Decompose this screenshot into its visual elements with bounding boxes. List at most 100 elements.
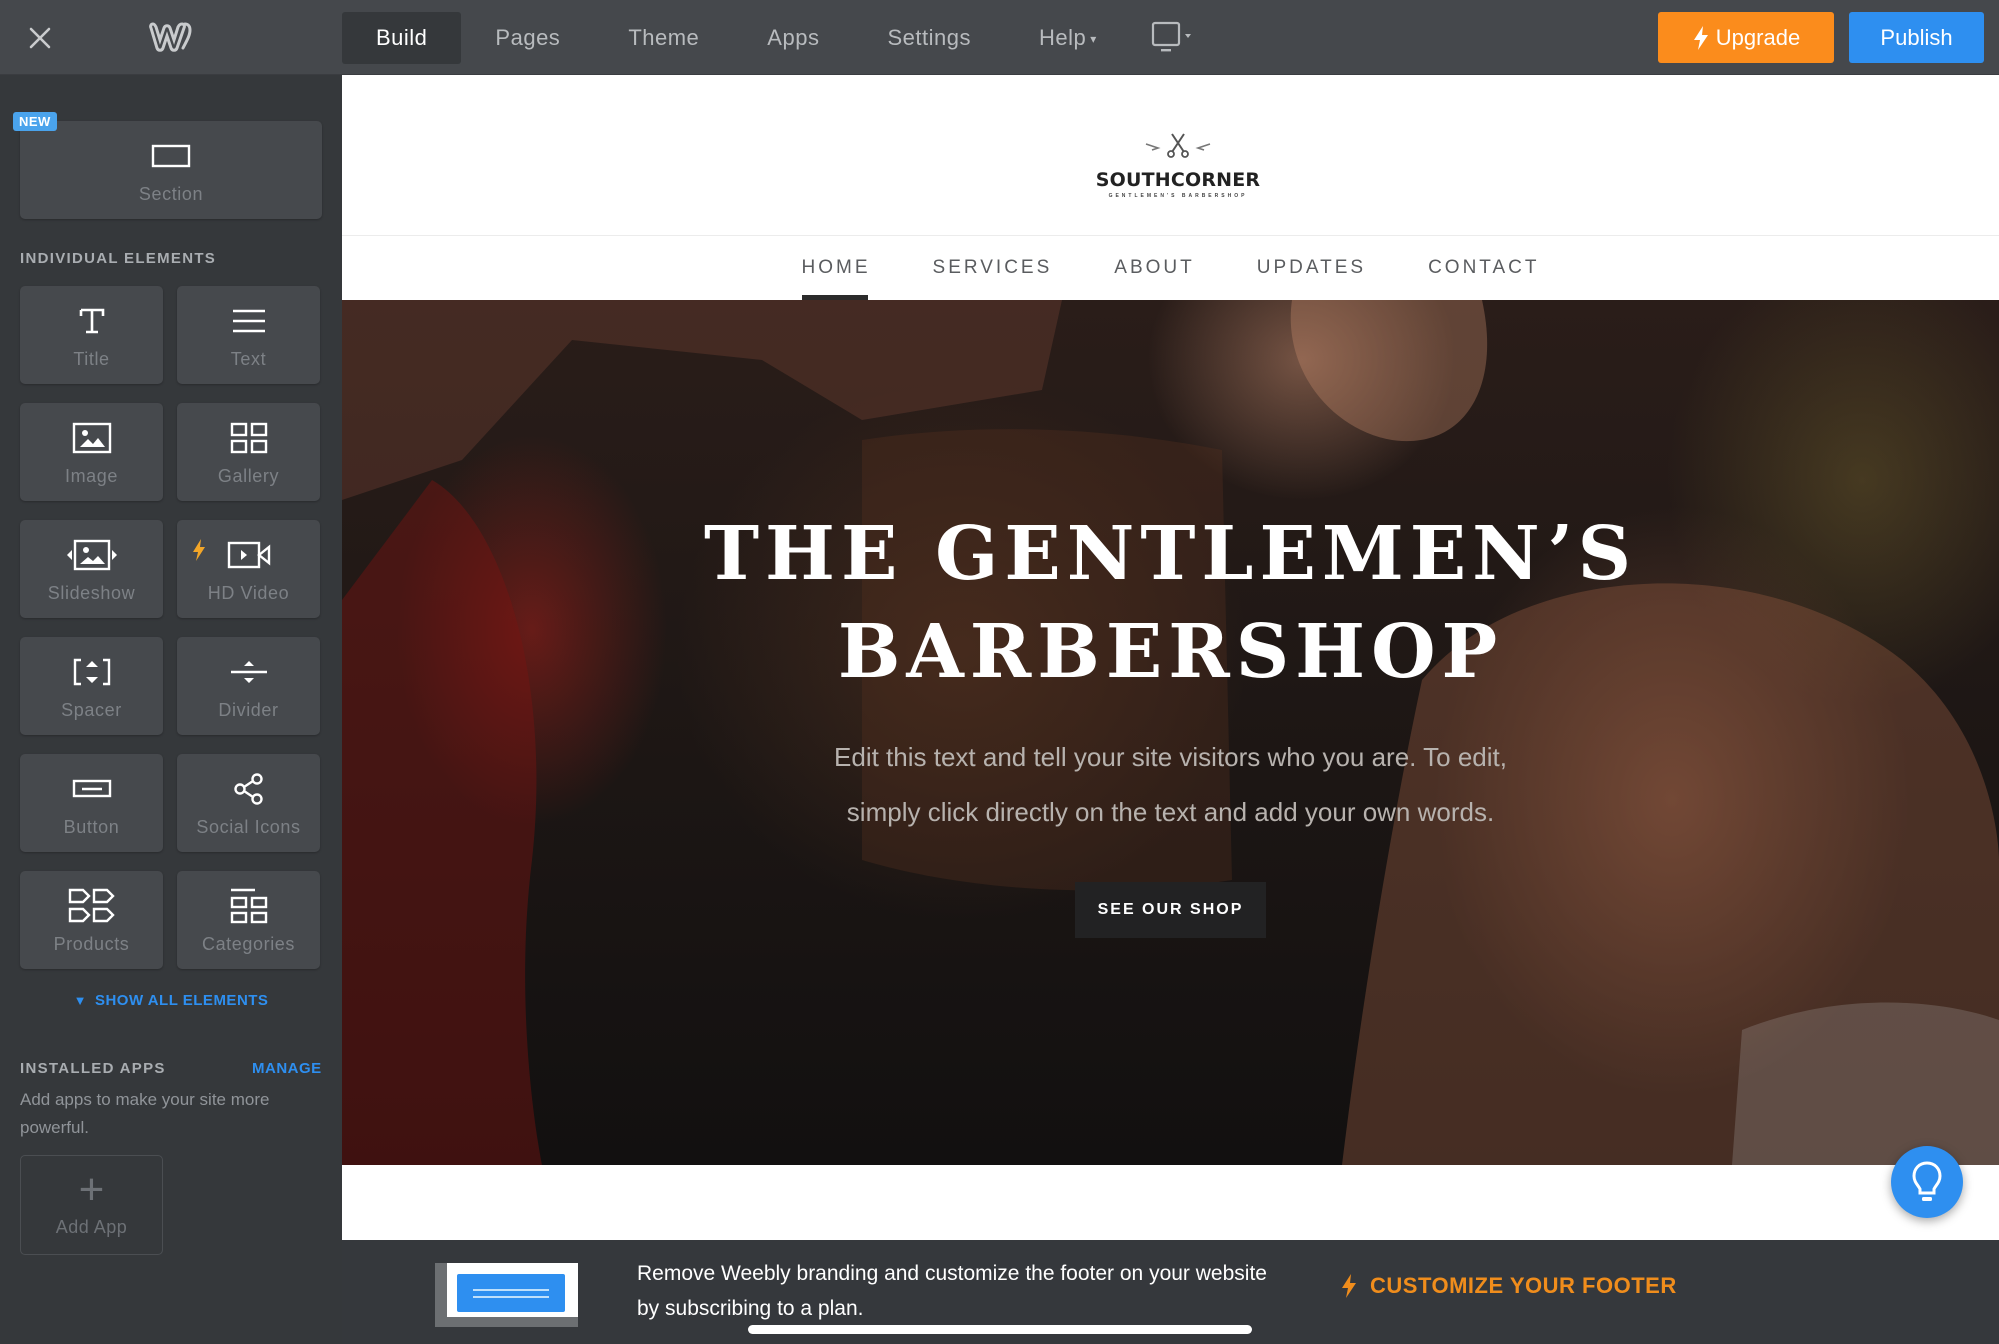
close-icon [29,27,51,49]
upgrade-button[interactable]: Upgrade [1658,12,1834,63]
element-hd-video-label: HD Video [207,583,290,603]
categories-icon [177,885,320,927]
element-hd-video[interactable]: HD Video [177,520,320,618]
weebly-editor: Build Pages Theme Apps Settings Help ▾ Up… [0,0,1999,1344]
section-icon [20,135,322,177]
tab-theme[interactable]: Theme [594,12,733,64]
see-our-shop-button[interactable]: SEE OUR SHOP [1075,882,1266,938]
customize-footer-link[interactable]: CUSTOMIZE YOUR FOOTER [1340,1273,1677,1299]
gallery-icon [177,417,320,459]
tab-build-label: Build [376,25,428,50]
footer-upsell-text: Remove Weebly branding and customize the… [637,1262,1267,1320]
element-slideshow-label: Slideshow [47,583,136,603]
tab-theme-label: Theme [628,25,700,50]
weebly-logo-icon[interactable] [148,18,194,56]
caret-down-icon: ▾ [1090,32,1097,47]
hero-title-line2: BARBERSHOP [837,609,1504,695]
element-divider-label: Divider [218,700,279,720]
site-nav-home[interactable]: HOME [771,236,902,300]
editor-tabs: Build Pages Theme Apps Settings Help ▾ [342,12,1213,64]
add-app-button[interactable]: + Add App [20,1155,163,1255]
hero-title-line1: THE GENTLEMENʼS [703,511,1638,597]
element-image[interactable]: Image [20,403,163,501]
lightning-icon [1693,25,1708,50]
footer-upsell-banner: Remove Weebly branding and customize the… [342,1240,1999,1344]
site-logo[interactable]: SOUTHCORNER GENTLEMEN'S BARBERSHOP [1090,130,1266,200]
publish-label: Publish [1880,24,1953,50]
image-icon [20,417,163,459]
tab-apps[interactable]: Apps [733,12,853,64]
site-header: SOUTHCORNER GENTLEMEN'S BARBERSHOP [342,75,1999,236]
element-text[interactable]: Text [177,286,320,384]
thumbnail-line [473,1289,549,1291]
element-products[interactable]: Products [20,871,163,969]
element-social-icons[interactable]: Social Icons [177,754,320,852]
add-app-label: Add App [55,1217,128,1237]
site-nav-updates[interactable]: UPDATES [1226,236,1397,300]
site-nav-services[interactable]: SERVICES [902,236,1084,300]
tab-pages[interactable]: Pages [461,12,594,64]
element-spacer-label: Spacer [61,700,122,720]
installed-apps-description: Add apps to make your site more powerful… [20,1090,270,1137]
tab-settings-label: Settings [887,25,971,50]
text-icon [177,300,320,342]
help-tips-button[interactable] [1891,1146,1963,1218]
spacer-icon [20,651,163,693]
individual-elements-heading: INDIVIDUAL ELEMENTS [20,250,217,267]
device-preview-toggle[interactable] [1131,12,1213,64]
tab-settings[interactable]: Settings [853,12,1005,64]
site-tagline: GENTLEMEN'S BARBERSHOP [1108,193,1248,199]
element-button[interactable]: Button [20,754,163,852]
products-icon [20,885,163,927]
tablet-device-icon [1151,21,1191,52]
site-navigation: HOME SERVICES ABOUT UPDATES CONTACT [342,236,1999,300]
tab-help-label: Help [1038,25,1087,50]
site-brand-name: SOUTHCORNER [1095,169,1261,191]
upgrade-label: Upgrade [1715,24,1801,50]
publish-button[interactable]: Publish [1849,12,1984,63]
element-products-label: Products [53,934,130,954]
show-all-label: SHOW ALL ELEMENTS [94,992,269,1009]
element-text-label: Text [230,349,267,369]
hero-title[interactable]: THE GENTLEMENʼS BARBERSHOP [342,505,1999,701]
tab-help[interactable]: Help ▾ [1005,12,1131,64]
element-categories[interactable]: Categories [177,871,320,969]
element-spacer[interactable]: Spacer [20,637,163,735]
hero-description[interactable]: Edit this text and tell your site visito… [342,730,1999,840]
tab-build[interactable]: Build [342,12,462,64]
horizontal-scrollbar[interactable] [748,1325,1252,1334]
manage-apps-link[interactable]: MANAGE [252,1060,322,1077]
share-icon [177,768,320,810]
show-all-elements-link[interactable]: ▼ SHOW ALL ELEMENTS [0,992,342,1009]
element-section-label: Section [138,184,204,204]
element-image-label: Image [64,466,119,486]
close-button[interactable] [22,20,58,56]
triangle-down-icon: ▼ [73,993,87,1008]
footer-preview-thumbnail [435,1263,578,1327]
tab-apps-label: Apps [767,25,820,50]
lightning-icon [1342,1274,1356,1298]
hero-banner[interactable]: THE GENTLEMENʼS BARBERSHOP Edit this tex… [342,300,1999,1165]
scissors-razor-icon [1145,133,1211,158]
site-nav-contact[interactable]: CONTACT [1397,236,1570,300]
new-badge: NEW [13,112,57,131]
installed-apps-heading: INSTALLED APPS [20,1060,166,1077]
thumbnail-line [473,1296,549,1298]
site-nav-about[interactable]: ABOUT [1083,236,1225,300]
hero-text-line1: Edit this text and tell your site visito… [834,742,1507,772]
tab-pages-label: Pages [495,25,561,50]
thumbnail-footer-block [457,1274,565,1312]
element-button-label: Button [63,817,120,837]
slideshow-icon [20,534,163,576]
element-slideshow[interactable]: Slideshow [20,520,163,618]
element-divider[interactable]: Divider [177,637,320,735]
divider-icon [177,651,320,693]
element-title[interactable]: Title [20,286,163,384]
element-section[interactable]: Section [20,121,322,219]
element-gallery[interactable]: Gallery [177,403,320,501]
element-categories-label: Categories [201,934,296,954]
hero-text-line2: simply click directly on the text and ad… [846,797,1495,827]
element-gallery-label: Gallery [217,466,280,486]
button-icon [20,768,163,810]
elements-sidebar: NEW Section INDIVIDUAL ELEMENTS Title Te… [0,75,342,1344]
